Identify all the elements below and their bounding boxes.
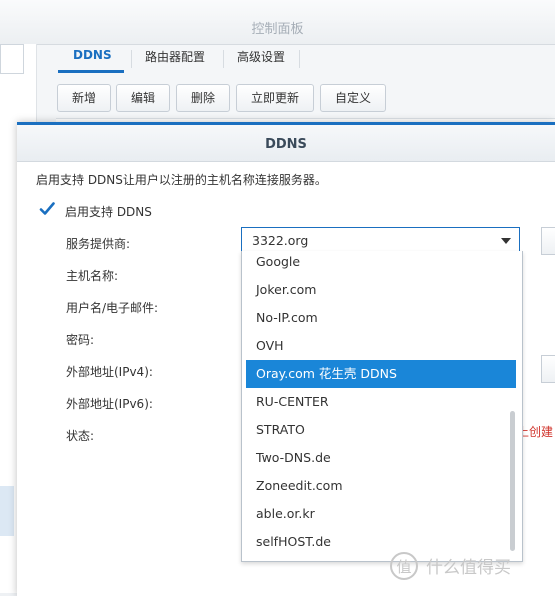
zhi-logo-icon: 值 什么值得买 [390, 552, 511, 580]
dropdown-option[interactable]: Google [246, 251, 516, 276]
hostname-label: 主机名称: [66, 269, 119, 283]
control-panel-title: 控制面板 [251, 22, 304, 37]
tab-active-indicator [58, 70, 124, 73]
dialog-titlebar[interactable]: DDNS [17, 125, 555, 162]
tab-advanced-settings[interactable]: 高级设置 [237, 48, 285, 70]
provider-dropdown-list[interactable]: Google Joker.com No-IP.com OVH Oray.com … [241, 251, 523, 562]
tab-divider [131, 50, 132, 68]
password-label: 密码: [66, 333, 95, 347]
dropdown-option[interactable]: Zoneedit.com [246, 472, 516, 500]
watermark-site-name: 什么值得买 [426, 558, 511, 578]
dropdown-option[interactable]: RU-CENTER [246, 388, 516, 416]
dialog-title: DDNS [265, 137, 307, 152]
partial-button[interactable] [541, 355, 555, 383]
external-ipv6-label: 外部地址(IPv6): [66, 397, 153, 411]
tab-divider [223, 50, 224, 68]
external-ipv4-label: 外部地址(IPv4): [66, 365, 153, 379]
dropdown-option[interactable]: OVH [246, 332, 516, 360]
dropdown-option[interactable]: able.or.kr [246, 500, 516, 528]
dropdown-option[interactable]: Joker.com [246, 276, 516, 304]
tab-router-config[interactable]: 路由器配置 [145, 48, 205, 70]
dropdown-option-highlighted[interactable]: Oray.com 花生壳 DDNS [246, 360, 516, 388]
chevron-down-icon[interactable] [501, 238, 511, 244]
status-label: 状态: [66, 429, 95, 443]
dropdown-scrollbar[interactable] [510, 411, 515, 551]
dropdown-option[interactable]: STRATO [246, 416, 516, 444]
tab-ddns[interactable]: DDNS [73, 48, 112, 70]
username-label: 用户名/电子邮件: [66, 301, 159, 315]
delete-button[interactable]: 删除 [176, 84, 230, 112]
tab-divider [299, 50, 300, 68]
site-watermark: 值 什么值得买 [388, 549, 553, 583]
enable-ddns-checkbox[interactable] [39, 201, 55, 217]
watermark-text: 值 [396, 558, 411, 576]
provider-label: 服务提供商: [66, 237, 131, 251]
add-button[interactable]: 新增 [57, 84, 111, 112]
enable-ddns-label: 启用支持 DDNS [65, 205, 152, 219]
provider-select-value: 3322.org [252, 233, 309, 248]
customize-button[interactable]: 自定义 [320, 84, 386, 112]
edit-button[interactable]: 编辑 [116, 84, 170, 112]
update-now-button[interactable]: 立即更新 [236, 84, 314, 112]
sidebar-search-input[interactable] [0, 44, 24, 74]
control-panel-titlebar: 控制面板 [0, 0, 555, 45]
partial-button[interactable] [541, 227, 555, 255]
dropdown-option[interactable]: No-IP.com [246, 304, 516, 332]
sidebar-selected-item[interactable] [0, 486, 14, 536]
provider-select[interactable]: 3322.org [241, 227, 520, 253]
dialog-description: 启用支持 DDNS让用户以注册的主机名称连接服务器。 [36, 173, 327, 187]
dropdown-option[interactable]: Two-DNS.de [246, 444, 516, 472]
